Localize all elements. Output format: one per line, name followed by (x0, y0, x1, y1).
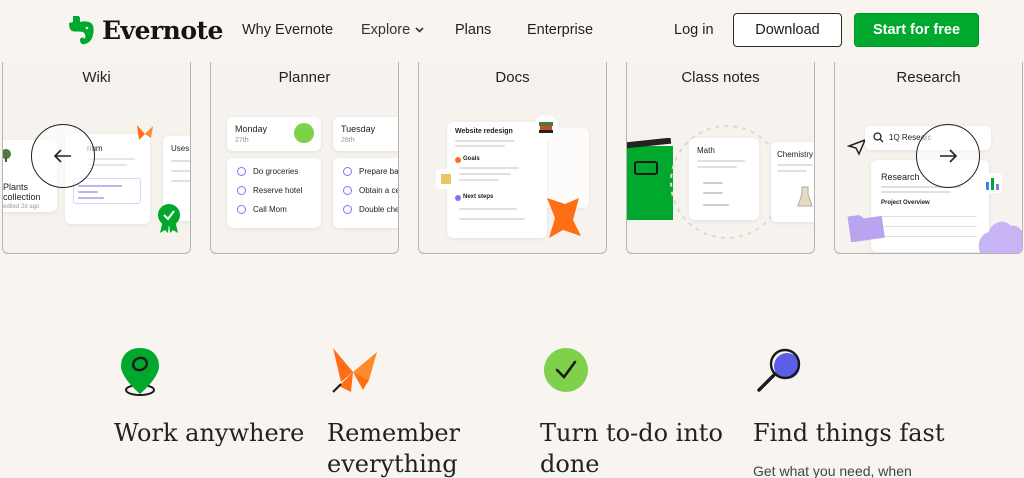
monday-tasks: Do groceries Reserve hotel Call Mom (227, 158, 321, 228)
magnifier-icon (757, 348, 801, 392)
badge-check-icon (158, 204, 180, 233)
day-date: 28th (341, 137, 355, 144)
check-circle-icon (544, 348, 588, 392)
download-button[interactable]: Download (733, 13, 842, 47)
doc-title: Research (881, 172, 920, 182)
day-date: 27th (235, 137, 249, 144)
site-header: Evernote Why Evernote Explore Plans Ente… (0, 0, 1024, 62)
carousel-prev-button[interactable] (31, 124, 95, 188)
nav-why-evernote[interactable]: Why Evernote (242, 22, 333, 38)
books-icon (534, 115, 558, 139)
bar-chart-icon (982, 173, 1002, 193)
note-icon (436, 169, 456, 189)
next-steps-label: Next steps (463, 194, 494, 200)
arrow-left-icon (54, 149, 71, 163)
login-link[interactable]: Log in (674, 22, 714, 38)
card-title: Wiki (82, 69, 111, 86)
butterfly-icon (332, 348, 377, 393)
website-doc-card: Website redesign Goals Next steps (447, 122, 547, 238)
subject-label: Chemistry (777, 150, 814, 159)
sun-icon (294, 123, 314, 143)
folder-icon (847, 214, 885, 242)
math-card: Math (689, 138, 759, 220)
nav-explore-label: Explore (361, 22, 411, 38)
chemistry-card: Chemistry (771, 142, 814, 222)
subject-label: Math (697, 146, 715, 155)
card-title: Docs (495, 69, 530, 86)
brand-name: Evernote (102, 15, 223, 45)
search-icon (873, 132, 884, 143)
plant-icon (3, 149, 11, 162)
tuesday-tasks: Prepare bac Obtain a ce Double che (333, 158, 399, 228)
next-dot-icon (455, 195, 461, 201)
task-item: Prepare bac (359, 167, 399, 176)
nav-plans[interactable]: Plans (455, 22, 491, 38)
start-for-free-button[interactable]: Start for free (854, 13, 979, 47)
uses-label: Uses (171, 144, 190, 153)
feature-title: Remember everything (327, 419, 461, 478)
goals-label: Goals (463, 156, 480, 162)
plants-title: Plants collection (3, 182, 41, 202)
day-label: Tuesday (341, 124, 376, 134)
nav-enterprise[interactable]: Enterprise (527, 22, 593, 38)
tuesday-header: Tuesday 28th (333, 117, 398, 151)
arrow-right-icon (940, 149, 957, 163)
carousel-card-planner[interactable]: Planner Monday 27th Tuesday 28th Do groc… (210, 62, 399, 254)
feature-description: Get what you need, when (753, 463, 912, 478)
orange-shape-icon (547, 198, 581, 238)
elephant-logo-icon (69, 16, 94, 45)
task-item: Obtain a ce (359, 186, 399, 195)
carousel-next-button[interactable] (916, 124, 980, 188)
card-title: Research (896, 69, 961, 86)
evernote-logo[interactable]: Evernote (66, 13, 223, 47)
send-icon (847, 138, 867, 156)
task-item: Reserve hotel (253, 186, 303, 195)
day-label: Monday (235, 124, 268, 134)
card-title: Planner (278, 69, 331, 86)
task-item: Double che (359, 205, 399, 214)
goal-dot-icon (455, 157, 461, 163)
doc-title: Website redesign (455, 128, 513, 135)
feature-title: Turn to-do into done (540, 419, 723, 478)
overview-label: Project Overview (881, 200, 930, 206)
carousel-card-docs[interactable]: Docs Website redesign Goals Next steps (418, 62, 607, 254)
task-item: Do groceries (253, 167, 299, 176)
carousel-card-class-notes[interactable]: Class notes Math Chemistry (626, 62, 815, 254)
purple-blob-icon (978, 221, 1022, 253)
card-title: Class notes (681, 69, 760, 86)
edited-label: edited 2d ago (3, 204, 40, 210)
feature-title: Work anywhere (114, 419, 305, 447)
task-item: Call Mom (253, 205, 287, 214)
feature-title: Find things fast (753, 419, 945, 447)
flask-icon (797, 186, 813, 207)
chevron-down-icon (415, 27, 424, 33)
nav-explore[interactable]: Explore (361, 22, 424, 38)
map-pin-icon (121, 348, 159, 396)
monday-header: Monday 27th (227, 117, 321, 151)
butterfly-icon (137, 125, 153, 140)
